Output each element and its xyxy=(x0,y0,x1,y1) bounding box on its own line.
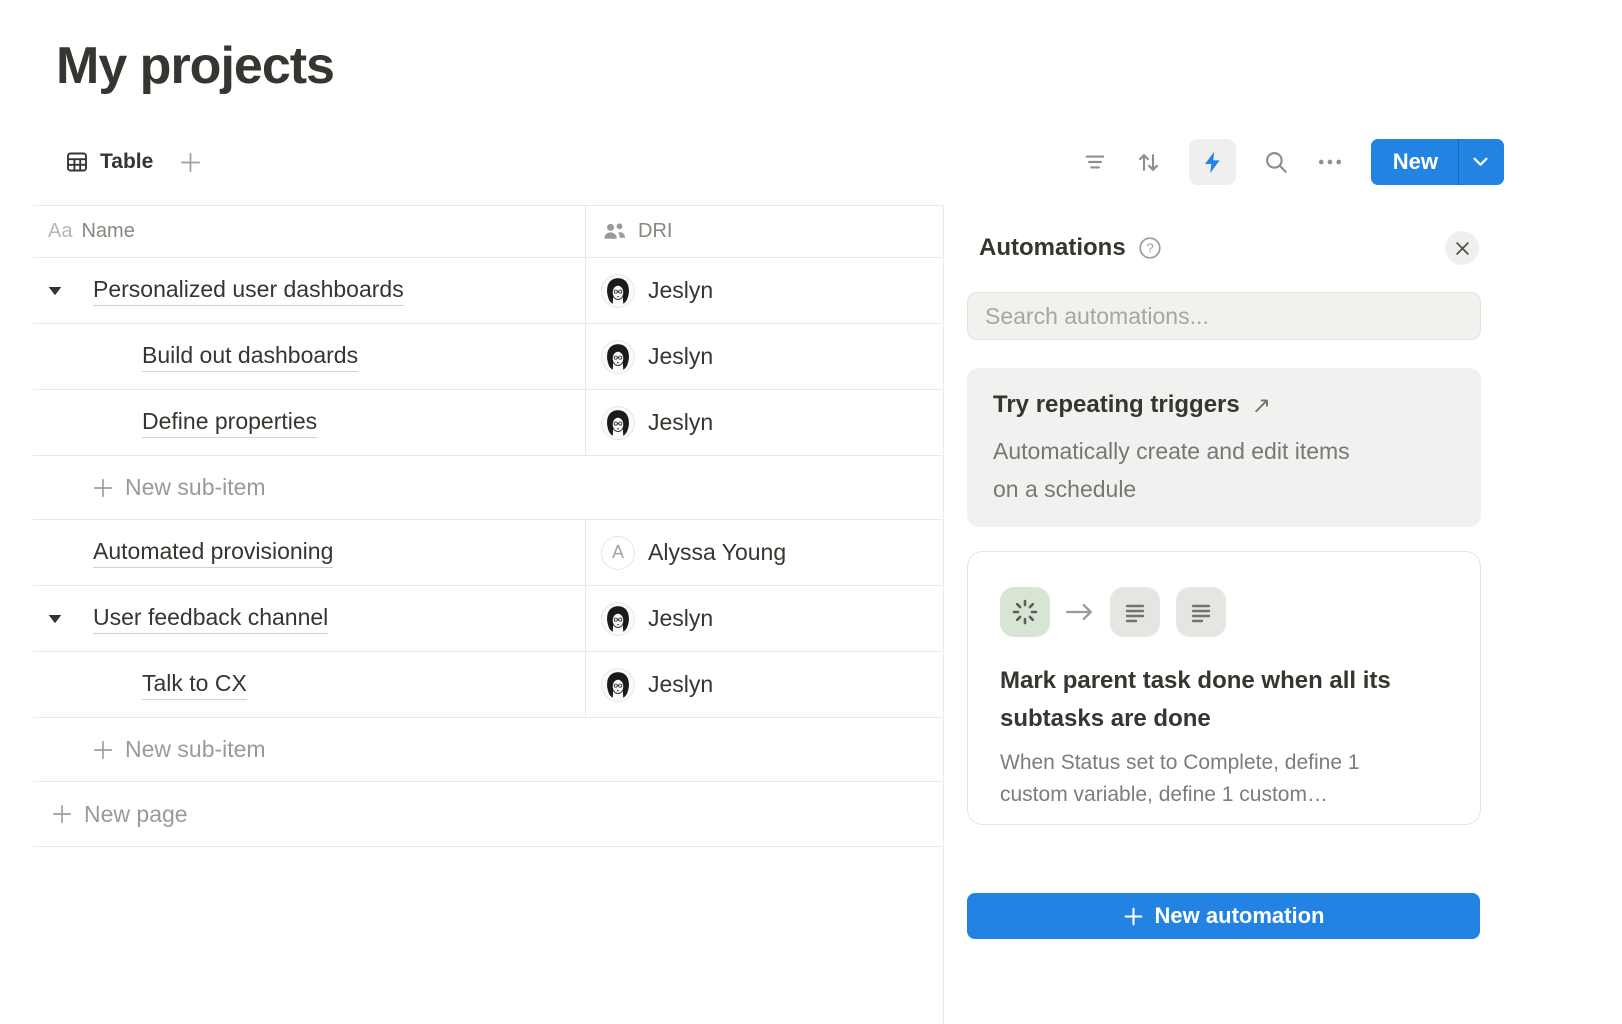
avatar xyxy=(601,602,635,636)
new-sub-item-button[interactable]: New sub-item xyxy=(33,718,942,782)
repeating-triggers-promo-card[interactable]: Try repeating triggers ↗ Automatically c… xyxy=(967,368,1481,527)
plus-icon xyxy=(1123,906,1144,927)
in-progress-spinner-icon xyxy=(1000,587,1050,637)
new-sub-item-button[interactable]: New sub-item xyxy=(33,456,942,520)
promo-title: Try repeating triggers xyxy=(993,391,1240,419)
automations-panel: Automations ? Try repeating triggers ↗ A… xyxy=(967,0,1481,1024)
toggle-expanded-icon[interactable] xyxy=(48,614,62,624)
avatar-letter: A xyxy=(601,536,635,570)
avatar xyxy=(601,406,635,440)
dri-cell[interactable]: Jeslyn xyxy=(585,258,942,323)
tab-table-view[interactable]: Table xyxy=(65,150,153,174)
add-view-icon[interactable] xyxy=(179,151,202,174)
page-link[interactable]: Build out dashboards xyxy=(142,342,358,372)
search-automations-input[interactable] xyxy=(967,292,1481,340)
plus-icon xyxy=(92,477,114,499)
external-arrow-icon: ↗ xyxy=(1252,392,1271,419)
svg-text:?: ? xyxy=(1146,241,1153,256)
new-sub-item-label: New sub-item xyxy=(125,474,266,501)
automation-card[interactable]: Mark parent task done when all its subta… xyxy=(967,551,1481,825)
table-row: User feedback channel Jeslyn xyxy=(33,586,942,652)
new-sub-item-label: New sub-item xyxy=(125,736,266,763)
panel-divider xyxy=(943,205,944,1024)
promo-description: Automatically create and edit items on a… xyxy=(993,432,1455,508)
close-panel-button[interactable] xyxy=(1445,231,1479,265)
text-type-icon: Aa xyxy=(48,220,72,243)
tab-table-label: Table xyxy=(100,150,153,174)
table-header-row: Aa Name DRI xyxy=(33,206,942,258)
dri-cell[interactable]: Jeslyn xyxy=(585,586,942,651)
table-row: Automated provisioning A Alyssa Young xyxy=(33,520,942,586)
plus-icon xyxy=(92,739,114,761)
new-automation-label: New automation xyxy=(1155,903,1325,929)
avatar xyxy=(601,274,635,308)
dri-cell[interactable]: Jeslyn xyxy=(585,652,942,717)
notion-app-window: My projects Table xyxy=(0,0,1622,1024)
page-link[interactable]: Personalized user dashboards xyxy=(93,276,404,306)
automation-title: Mark parent task done when all its subta… xyxy=(1000,662,1448,738)
plus-icon xyxy=(51,803,73,825)
automation-description: When Status set to Complete, define 1 cu… xyxy=(1000,747,1448,811)
toggle-expanded-icon[interactable] xyxy=(48,286,62,296)
dri-cell[interactable]: Jeslyn xyxy=(585,390,942,455)
arrow-right-icon xyxy=(1064,601,1096,623)
people-icon xyxy=(601,219,628,244)
text-lines-icon xyxy=(1176,587,1226,637)
new-page-button[interactable]: New page xyxy=(33,782,942,847)
column-header-name[interactable]: Aa Name xyxy=(33,206,585,257)
dri-cell[interactable]: Jeslyn xyxy=(585,324,942,389)
new-automation-button[interactable]: New automation xyxy=(967,893,1480,939)
projects-table: Aa Name DRI Pers xyxy=(33,205,942,847)
table-view-icon xyxy=(65,150,89,174)
panel-title: Automations xyxy=(979,234,1126,262)
table-row: Build out dashboards Jeslyn xyxy=(33,324,942,390)
table-row: Talk to CX Jeslyn xyxy=(33,652,942,718)
avatar xyxy=(601,340,635,374)
avatar xyxy=(601,668,635,702)
page-link[interactable]: Automated provisioning xyxy=(93,538,333,568)
new-page-label: New page xyxy=(84,801,188,828)
table-row: Define properties Jeslyn xyxy=(33,390,942,456)
page-link[interactable]: Define properties xyxy=(142,408,317,438)
page-title: My projects xyxy=(56,36,334,96)
dri-cell[interactable]: A Alyssa Young xyxy=(585,520,942,585)
column-header-dri[interactable]: DRI xyxy=(585,206,942,257)
table-row: Personalized user dashboards Jeslyn xyxy=(33,258,942,324)
page-link[interactable]: User feedback channel xyxy=(93,604,328,634)
page-link[interactable]: Talk to CX xyxy=(142,670,247,700)
text-lines-icon xyxy=(1110,587,1160,637)
help-icon[interactable]: ? xyxy=(1138,236,1162,260)
